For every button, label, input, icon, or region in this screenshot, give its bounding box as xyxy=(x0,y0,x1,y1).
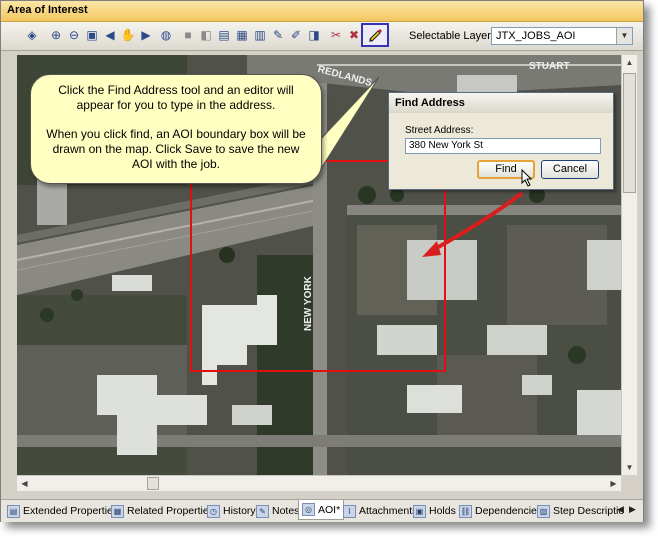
globe-icon[interactable]: ◍ xyxy=(157,26,175,44)
map-toolbar: ◈ ⊕ ⊖ ▣ ◀ ✋ ▶ ◍ ■ ◧ ▤ ▦ ▥ ✎ ✐ ◨ ✂ ✖ Sele… xyxy=(1,22,643,51)
zoom-out-icon[interactable]: ⊖ xyxy=(65,26,83,44)
dialog-title-bar: Find Address xyxy=(389,93,613,113)
step-icon: ▧ xyxy=(537,504,550,518)
find-address-button[interactable] xyxy=(361,23,389,47)
tab-dependencies[interactable]: ⛓ Dependencies xyxy=(459,503,542,519)
instruction-callout: Click the Find Address tool and an edito… xyxy=(30,74,322,184)
tab-aoi[interactable]: ◎ AOI* xyxy=(298,500,345,520)
street-label-stuart: STUART xyxy=(529,61,570,72)
zoom-window-icon[interactable]: ▣ xyxy=(83,26,101,44)
selectable-layer-dropdown[interactable]: JTX_JOBS_AOI ▼ xyxy=(491,27,633,45)
tab-history[interactable]: ◷ History xyxy=(207,503,256,519)
tab-step-description[interactable]: ▧ Step Descriptio xyxy=(537,503,624,519)
callout-text-1: Click the Find Address tool and an edito… xyxy=(58,83,294,112)
identify-icon[interactable]: ◧ xyxy=(197,26,215,44)
vertical-scroll-thumb[interactable] xyxy=(623,73,636,193)
tab-extended-properties[interactable]: ▤ Extended Properties xyxy=(7,503,118,519)
measure-icon[interactable]: ▤ xyxy=(215,26,233,44)
scroll-left-icon[interactable]: ◀ xyxy=(17,476,32,491)
street-address-label: Street Address: xyxy=(405,125,474,136)
back-icon[interactable]: ◀ xyxy=(101,26,119,44)
callout-text-2: When you click find, an AOI boundary box… xyxy=(46,127,306,171)
layer-icon[interactable]: ◈ xyxy=(23,26,41,44)
tab-holds[interactable]: ▣ Holds xyxy=(413,503,456,519)
selectable-layer-value: JTX_JOBS_AOI xyxy=(496,30,576,42)
notes-icon: ✎ xyxy=(256,504,269,518)
related-icon: ▦ xyxy=(111,504,124,518)
tab-attachments[interactable]: ⌇ Attachments xyxy=(343,503,417,519)
tab-scroll-right-icon[interactable]: ▶ xyxy=(629,504,636,515)
select-icon[interactable]: ■ xyxy=(179,26,197,44)
chevron-down-icon[interactable]: ▼ xyxy=(616,28,632,44)
chart-icon[interactable]: ▥ xyxy=(251,26,269,44)
edit-icon[interactable]: ✎ xyxy=(269,26,287,44)
zoom-in-icon[interactable]: ⊕ xyxy=(47,26,65,44)
scroll-right-icon[interactable]: ▶ xyxy=(606,476,621,491)
selectable-layer-label: Selectable Layer: xyxy=(409,30,494,42)
holds-icon: ▣ xyxy=(413,504,426,518)
find-address-dialog: Find Address Street Address: 380 New Yor… xyxy=(388,92,614,190)
clear-icon[interactable]: ✂ xyxy=(327,26,345,44)
scroll-down-icon[interactable]: ▼ xyxy=(622,460,637,475)
find-address-icon xyxy=(369,29,382,42)
vertical-scrollbar[interactable]: ▲ ▼ xyxy=(621,55,637,475)
sketch-icon[interactable]: ✐ xyxy=(287,26,305,44)
street-label-new-york: NEW YORK xyxy=(303,276,314,331)
horizontal-scrollbar[interactable]: ◀ ▶ xyxy=(17,475,621,491)
tab-strip: ▤ Extended Properties ▦ Related Properties… xyxy=(1,499,643,522)
street-address-input[interactable]: 380 New York St xyxy=(405,138,601,154)
pan-icon[interactable]: ✋ xyxy=(119,26,137,44)
dialog-title: Find Address xyxy=(395,97,465,109)
cancel-button[interactable]: Cancel xyxy=(541,160,599,179)
horizontal-scroll-thumb[interactable] xyxy=(147,477,159,490)
attribute-icon[interactable]: ▦ xyxy=(233,26,251,44)
tab-scroll-left-icon[interactable]: ◀ xyxy=(617,504,624,515)
street-address-value: 380 New York St xyxy=(409,140,483,151)
label-icon[interactable]: ◨ xyxy=(305,26,323,44)
tab-notes[interactable]: ✎ Notes xyxy=(256,503,299,519)
forward-icon[interactable]: ▶ xyxy=(137,26,155,44)
aoi-icon: ◎ xyxy=(302,503,315,516)
dependencies-icon: ⛓ xyxy=(459,504,472,518)
scroll-up-icon[interactable]: ▲ xyxy=(622,55,637,70)
title-bar: Area of Interest xyxy=(1,1,643,22)
paperclip-icon: ⌇ xyxy=(343,504,356,518)
window-title: Area of Interest xyxy=(7,4,88,16)
tab-related-properties[interactable]: ▦ Related Properties xyxy=(111,503,214,519)
mouse-cursor-icon xyxy=(521,169,533,187)
history-icon: ◷ xyxy=(207,504,220,518)
properties-icon: ▤ xyxy=(7,504,20,518)
